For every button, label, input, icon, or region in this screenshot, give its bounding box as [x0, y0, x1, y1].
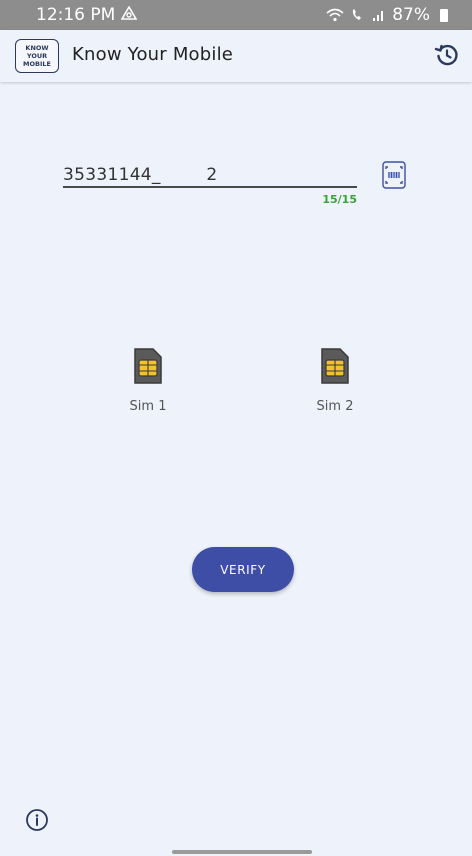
sim-card-icon: [305, 347, 365, 389]
app-bar: KNOW YOUR MOBILE Know Your Mobile: [0, 30, 472, 82]
app-title: Know Your Mobile: [72, 44, 234, 65]
status-bar: 12:16 PM 87%: [0, 0, 472, 30]
status-time: 12:16 PM: [36, 5, 116, 25]
sim-1-option[interactable]: Sim 1: [118, 347, 178, 414]
barcode-scan-button[interactable]: [379, 160, 409, 190]
verify-button[interactable]: VERIFY: [192, 547, 294, 592]
info-button[interactable]: [25, 808, 49, 832]
history-icon: [434, 42, 460, 72]
sim-2-label: Sim 2: [316, 399, 354, 414]
imei-underline: [63, 186, 357, 188]
logo-line-3: MOBILE: [23, 60, 51, 68]
sim-1-label: Sim 1: [129, 399, 167, 414]
logo-line-1: KNOW: [25, 44, 49, 52]
app-logo: KNOW YOUR MOBILE: [15, 39, 59, 73]
call-icon: [350, 8, 366, 22]
notification-icon: [120, 5, 138, 25]
info-icon: [25, 809, 49, 836]
battery-icon: [440, 8, 448, 22]
status-left: 12:16 PM: [36, 5, 138, 25]
gesture-nav-handle[interactable]: [172, 850, 312, 854]
wifi-icon: [326, 8, 344, 22]
status-right: 87%: [326, 5, 448, 25]
sim-2-option[interactable]: Sim 2: [305, 347, 365, 414]
imei-char-counter: 15/15: [322, 193, 357, 206]
sim-card-icon: [118, 347, 178, 389]
screen: 12:16 PM 87% KNOW YOUR MOBILE Know Your …: [0, 0, 472, 856]
imei-input[interactable]: 35331144_ 2 15/15: [63, 162, 357, 206]
logo-line-2: YOUR: [26, 52, 48, 60]
battery-level: 87%: [392, 5, 430, 25]
imei-value: 35331144_ 2: [63, 165, 218, 185]
signal-icon: [372, 8, 386, 22]
barcode-scan-icon: [379, 161, 409, 194]
history-button[interactable]: [432, 42, 462, 72]
